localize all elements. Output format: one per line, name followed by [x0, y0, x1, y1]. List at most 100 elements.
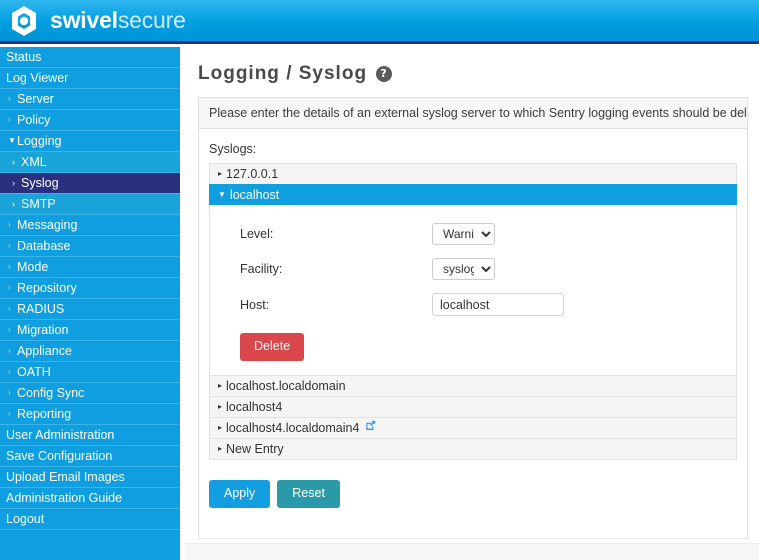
syslogs-label: Syslogs:	[209, 142, 257, 156]
sidebar-item-appliance[interactable]: › Appliance	[0, 341, 180, 362]
apply-button[interactable]: Apply	[209, 479, 271, 508]
sidebar-item-label: Logout	[6, 511, 45, 526]
chevron-right-icon: ›	[8, 346, 11, 355]
brand-name-light: secure	[117, 7, 186, 33]
chevron-right-icon: ›	[8, 409, 11, 418]
sidebar-item-label: User Administration	[6, 427, 115, 442]
sidebar-item-label: Config Sync	[17, 385, 85, 400]
facility-label: Facility:	[240, 262, 283, 276]
sidebar-item-label: Messaging	[17, 217, 78, 232]
chevron-down-icon: ▼	[218, 190, 226, 200]
sidebar-item-label: Policy	[17, 112, 51, 127]
accordion-header-new-entry[interactable]: ▸ New Entry	[209, 437, 737, 459]
sidebar-item-save-configuration[interactable]: Save Configuration	[0, 446, 180, 467]
chevron-right-icon: ▸	[218, 443, 223, 453]
chevron-right-icon: ›	[8, 304, 11, 313]
panel-description: Please enter the details of an external …	[199, 98, 747, 129]
host-row: Host:	[210, 293, 736, 316]
brand-wordmark: swivelsecure	[50, 9, 186, 32]
accordion-header-localhost[interactable]: ▼ localhost	[209, 184, 737, 205]
sidebar-item-log-viewer[interactable]: Log Viewer	[0, 68, 180, 89]
main-content: Logging / Syslog ? Please enter the deta…	[185, 47, 759, 560]
sidebar-item-oath[interactable]: › OATH	[0, 362, 180, 383]
sidebar-item-migration[interactable]: › Migration	[0, 320, 180, 341]
edit-square-icon[interactable]	[365, 418, 376, 438]
sidebar-item-mode[interactable]: › Mode	[0, 257, 180, 278]
sidebar-item-administration-guide[interactable]: Administration Guide	[0, 488, 180, 509]
top-navbar: swivelsecure	[0, 0, 759, 44]
brand-name-bold: swivel	[50, 7, 118, 33]
sidebar-item-label: Save Configuration	[6, 448, 113, 463]
sidebar-item-upload-email-images[interactable]: Upload Email Images	[0, 467, 180, 488]
sidebar-item-label: OATH	[17, 364, 51, 379]
accordion-header-label: localhost.localdomain	[226, 378, 346, 393]
level-row: Level: Warning	[210, 223, 736, 245]
chevron-right-icon: ▸	[218, 169, 223, 179]
sidebar-item-label: Syslog	[21, 175, 59, 190]
accordion-header-localhost4-localdomain4[interactable]: ▸ localhost4.localdomain4	[209, 416, 737, 438]
sidebar-item-label: Mode	[17, 259, 49, 274]
sidebar-item-smtp[interactable]: › SMTP	[0, 194, 180, 215]
sidebar-item-radius[interactable]: › RADIUS	[0, 299, 180, 320]
facility-row: Facility: syslog	[210, 258, 736, 280]
level-select[interactable]: Warning	[432, 223, 495, 245]
app-root: swivelsecure Status Log Viewer › Server › Pol…	[0, 0, 759, 560]
level-label: Level:	[240, 227, 274, 241]
swivel-hexagon-logo-icon	[6, 3, 42, 39]
sidebar-item-label: Server	[17, 91, 54, 106]
syslog-entry-form: Level: Warning Facility: syslog Host: De…	[209, 205, 737, 375]
chevron-right-icon: ▸	[218, 422, 223, 432]
sidebar-item-syslog[interactable]: › Syslog	[0, 173, 180, 194]
chevron-right-icon: ›	[8, 325, 11, 334]
sidebar-item-label: RADIUS	[17, 301, 65, 316]
sidebar-item-messaging[interactable]: › Messaging	[0, 215, 180, 236]
sidebar-item-config-sync[interactable]: › Config Sync	[0, 383, 180, 404]
sidebar-item-label: Migration	[17, 322, 69, 337]
accordion-header-label: localhost4	[226, 399, 283, 414]
accordion-header-localhost-localdomain[interactable]: ▸ localhost.localdomain	[209, 374, 737, 396]
accordion-header-label: 127.0.0.1	[226, 167, 279, 181]
reset-button[interactable]: Reset	[277, 479, 340, 508]
sidebar-item-label: Log Viewer	[6, 70, 69, 85]
sidebar-nav: Status Log Viewer › Server › Policy ▼ Logging › X…	[0, 47, 180, 560]
page-title-text: Logging / Syslog	[198, 63, 368, 84]
chevron-down-icon: ▼	[8, 136, 16, 145]
question-mark-help-icon[interactable]: ?	[376, 66, 393, 82]
accordion-header-label: localhost4.localdomain4	[226, 420, 360, 435]
chevron-right-icon: ›	[8, 115, 11, 124]
sidebar-item-policy[interactable]: › Policy	[0, 110, 180, 131]
sidebar-item-label: Status	[6, 49, 42, 64]
syslog-panel: Please enter the details of an external …	[198, 97, 748, 539]
accordion-header-label: localhost	[229, 188, 280, 202]
host-input[interactable]	[432, 293, 564, 316]
sidebar-item-server[interactable]: › Server	[0, 89, 180, 110]
form-actions: Apply Reset	[209, 460, 737, 522]
page-bottom-strip	[185, 543, 759, 560]
accordion-header-127-0-0-1[interactable]: ▸ 127.0.0.1	[209, 163, 737, 184]
sidebar-item-label: SMTP	[21, 196, 56, 211]
sidebar-item-database[interactable]: › Database	[0, 236, 180, 257]
sidebar-item-logging[interactable]: ▼ Logging	[0, 131, 180, 152]
delete-button[interactable]: Delete	[240, 333, 305, 361]
sidebar-item-label: XML	[21, 154, 47, 169]
chevron-right-icon: ›	[8, 241, 11, 250]
accordion-header-label: New Entry	[226, 441, 284, 456]
sidebar-item-status[interactable]: Status	[0, 47, 180, 68]
chevron-right-icon: ›	[8, 283, 11, 292]
facility-select[interactable]: syslog	[432, 258, 495, 280]
chevron-right-sub-icon: ›	[12, 198, 15, 209]
sidebar-item-label: Logging	[17, 133, 62, 148]
sidebar-item-xml[interactable]: › XML	[0, 152, 180, 173]
chevron-right-icon: ›	[8, 262, 11, 271]
accordion-header-localhost4[interactable]: ▸ localhost4	[209, 395, 737, 417]
chevron-right-icon: ▸	[218, 380, 223, 390]
sidebar-item-label: Database	[17, 238, 71, 253]
sidebar-item-logout[interactable]: Logout	[0, 509, 180, 530]
chevron-right-icon: ›	[8, 94, 11, 103]
sidebar-item-repository[interactable]: › Repository	[0, 278, 180, 299]
sidebar-item-reporting[interactable]: › Reporting	[0, 404, 180, 425]
chevron-right-sub-icon: ›	[12, 177, 15, 188]
sidebar-item-user-administration[interactable]: User Administration	[0, 425, 180, 446]
host-label: Host:	[240, 297, 270, 312]
syslog-accordion: ▸ 127.0.0.1 ▼ localhost Level: Warning Faci…	[209, 163, 737, 460]
